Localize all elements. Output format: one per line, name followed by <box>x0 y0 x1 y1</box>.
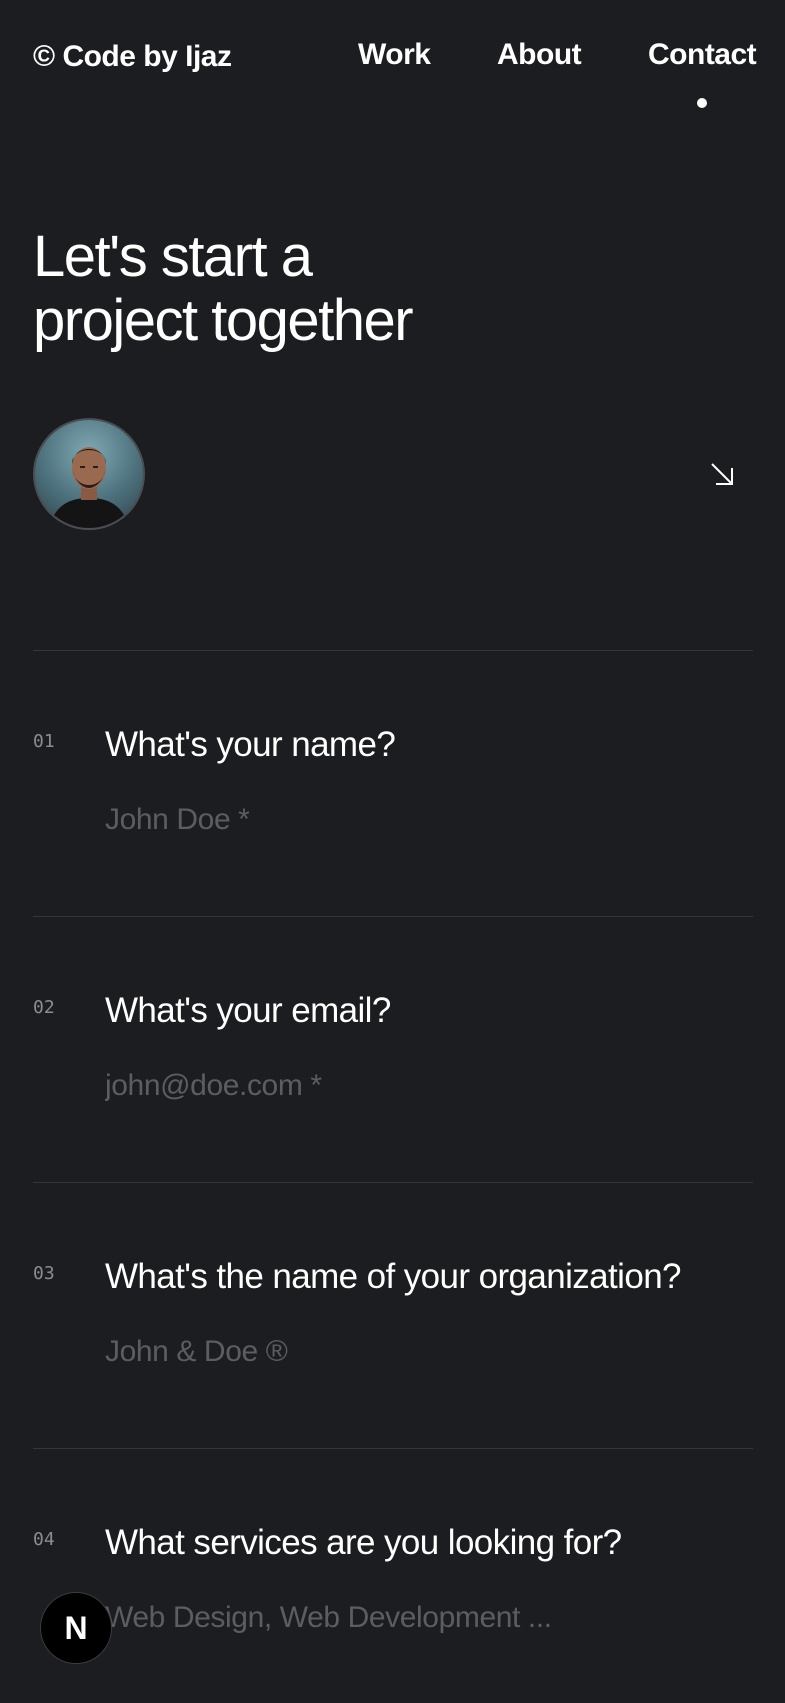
divider <box>33 916 753 917</box>
field-number: 03 <box>33 1263 55 1284</box>
divider <box>33 1182 753 1183</box>
nav-link-contact[interactable]: Contact <box>648 38 757 72</box>
field-number: 02 <box>33 997 55 1018</box>
nav-link-work[interactable]: Work <box>358 38 431 72</box>
avatar <box>33 418 145 530</box>
avatar-portrait <box>49 447 129 528</box>
organization-input[interactable] <box>105 1335 745 1369</box>
top-navigation: © Code by Ijaz Work About Contact <box>0 0 785 120</box>
field-label: What's your name? <box>105 725 396 764</box>
active-nav-indicator <box>697 98 707 108</box>
field-label: What services are you looking for? <box>105 1523 622 1562</box>
site-logo[interactable]: © Code by Ijaz <box>33 40 232 74</box>
page-title: Let's start a project together <box>33 225 633 353</box>
page-title-line-1: Let's start a <box>33 224 313 289</box>
field-label: What's your email? <box>105 991 391 1030</box>
field-number: 01 <box>33 731 55 752</box>
field-number: 04 <box>33 1529 55 1550</box>
nextjs-logo-icon: N <box>64 1609 88 1646</box>
nextjs-devtools-button[interactable]: N <box>40 1592 112 1664</box>
divider <box>33 650 753 651</box>
name-input[interactable] <box>105 803 745 837</box>
email-input[interactable] <box>105 1069 745 1103</box>
services-input[interactable] <box>105 1601 745 1635</box>
field-label: What's the name of your organization? <box>105 1257 682 1296</box>
page-title-line-2: project together <box>33 288 414 353</box>
divider <box>33 1448 753 1449</box>
nav-link-about[interactable]: About <box>497 38 582 72</box>
arrow-down-right-icon <box>711 463 733 485</box>
